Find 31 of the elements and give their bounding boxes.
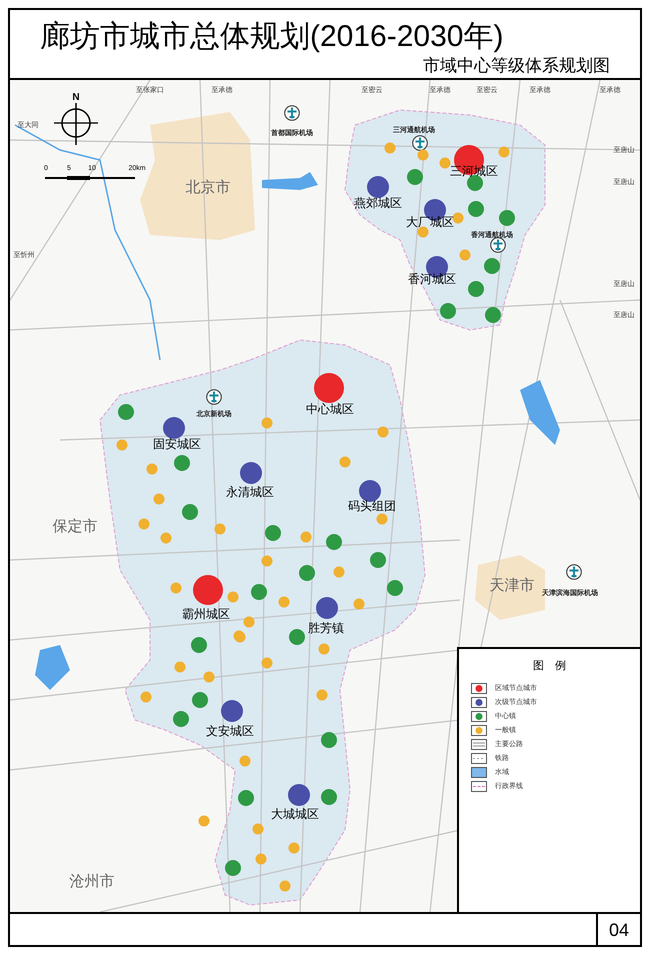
boundary-symbol-icon: [471, 781, 487, 792]
map-subtitle: 市域中心等级体系规划图: [423, 56, 610, 76]
lake: [35, 645, 70, 690]
town-label: 燕郊城区: [354, 196, 402, 210]
city-label: 沧州市: [70, 873, 114, 891]
city-label: 北京市: [186, 179, 230, 197]
town-label: 大城城区: [271, 807, 319, 821]
airplane-icon: [412, 135, 428, 151]
city-label: 天津市: [490, 577, 534, 595]
airplane-icon: [566, 564, 582, 580]
town-label: 固安城区: [153, 437, 201, 451]
page-number: 04: [608, 920, 630, 940]
map-title: 廊坊市城市总体规划(2016-2030年): [40, 19, 504, 55]
town-label: 中心城区: [306, 402, 354, 416]
town-label: 永清城区: [226, 485, 274, 499]
town-label: 码头组团: [348, 499, 396, 513]
town-label: 胜芳镇: [308, 621, 344, 635]
railway-symbol-icon: [471, 753, 487, 764]
road-symbol-icon: [471, 739, 487, 750]
town-label: 文安城区: [206, 724, 254, 738]
north-label: N: [72, 92, 80, 103]
city-label: 保定市: [52, 518, 98, 536]
airplane-icon: [284, 105, 300, 121]
compass-icon: [54, 103, 98, 145]
legend-title: 图 例: [533, 659, 566, 673]
airplane-icon: [490, 237, 506, 253]
water-symbol-icon: [471, 767, 487, 778]
airplane-icon: [206, 389, 222, 405]
lake: [520, 380, 560, 445]
town-label: 霸州城区: [182, 607, 230, 621]
lake: [262, 172, 318, 190]
